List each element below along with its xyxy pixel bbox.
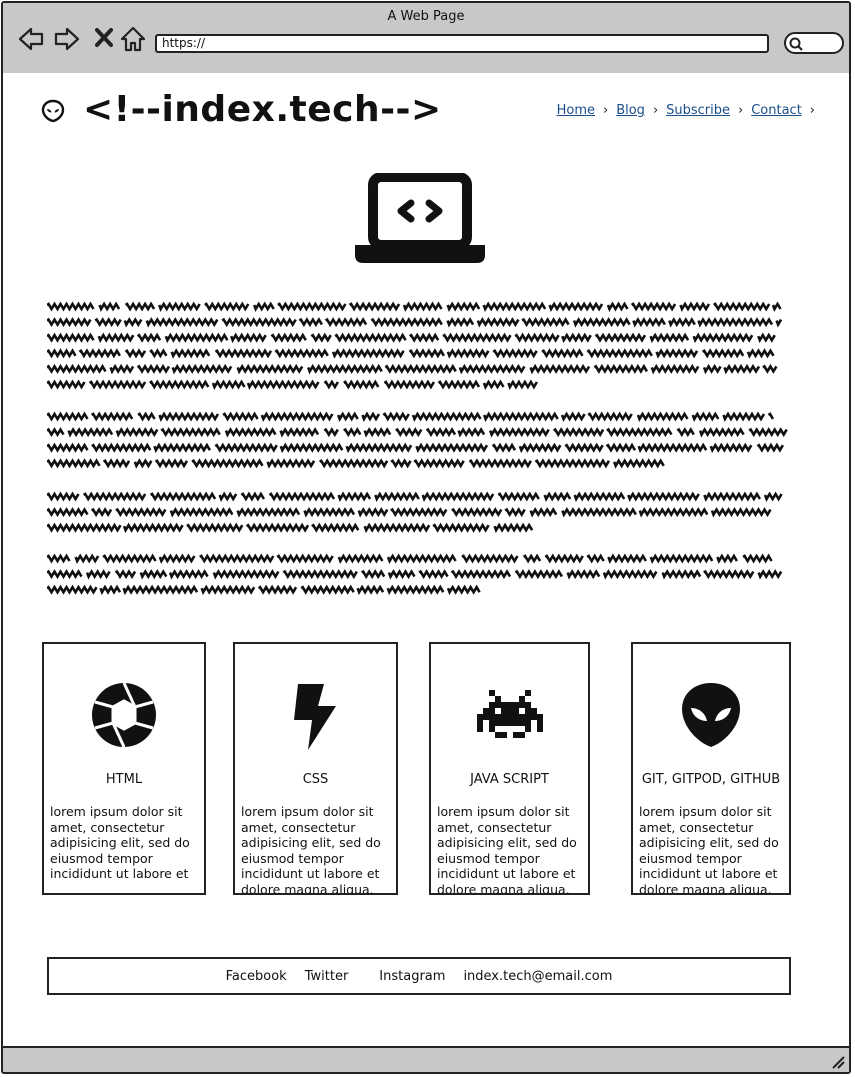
paragraph-placeholder — [47, 409, 792, 471]
card-title: CSS — [302, 772, 329, 787]
scribble-line — [47, 507, 772, 518]
url-input[interactable]: https:// — [155, 34, 769, 53]
browser-search-button[interactable] — [784, 32, 844, 54]
card-html: HTML lorem ipsum dolor sit amet, consect… — [42, 642, 206, 895]
footer-email[interactable]: index.tech@email.com — [463, 969, 612, 984]
space-invader-icon — [476, 690, 543, 738]
laptop-code-icon — [355, 173, 485, 263]
scribble-line — [47, 411, 775, 422]
forward-icon[interactable] — [53, 25, 81, 53]
site-title: <!--index.tech--> — [83, 89, 442, 130]
card-text: lorem ipsum dolor sit amet, consectetur … — [241, 804, 381, 895]
card-javascript: JAVA SCRIPT lorem ipsum dolor sit amet, … — [429, 642, 590, 895]
chevron-right-icon: › — [738, 103, 744, 118]
chevron-right-icon: › — [652, 103, 659, 118]
paragraph-placeholder — [47, 489, 792, 535]
scribble-line — [47, 553, 773, 564]
back-icon[interactable] — [17, 25, 45, 53]
nav-link-subscribe[interactable]: Subscribe — [666, 103, 730, 118]
scribble-line — [47, 458, 665, 469]
alien-icon — [682, 683, 740, 747]
card-text: lorem ipsum dolor sit amet, consectetur … — [50, 804, 190, 882]
lightning-icon — [293, 684, 336, 750]
browser-statusbar — [3, 1046, 849, 1072]
card-title: JAVA SCRIPT — [470, 772, 549, 787]
top-navigation: Home › Blog › Subscribe › Contact › — [557, 103, 819, 118]
aperture-icon — [92, 682, 156, 748]
card-text: lorem ipsum dolor sit amet, consectetur … — [437, 804, 577, 895]
scribble-line — [47, 332, 776, 344]
scribble-line — [47, 379, 539, 390]
scribble-line — [47, 427, 788, 438]
footer-link-instagram[interactable]: Instagram — [379, 969, 445, 984]
browser-window: A Web Page https:// <!--index.tech--> Ho… — [1, 1, 851, 1074]
scribble-line — [47, 301, 782, 312]
footer-link-twitter[interactable]: Twitter — [305, 969, 349, 984]
paragraph-placeholder — [47, 299, 792, 391]
window-title: A Web Page — [387, 9, 465, 24]
nav-link-home[interactable]: Home — [557, 103, 595, 118]
alien-icon — [41, 99, 65, 123]
stop-icon[interactable] — [91, 25, 119, 53]
search-icon — [789, 37, 803, 51]
scribble-line — [47, 348, 775, 359]
browser-titlebar: A Web Page https:// — [3, 3, 849, 75]
card-text: lorem ipsum dolor sit amet, consectetur … — [639, 804, 779, 895]
card-title: GIT, GITPOD, GITHUB — [641, 772, 781, 787]
chevron-right-icon: › — [602, 103, 609, 118]
card-git: GIT, GITPOD, GITHUB lorem ipsum dolor si… — [631, 642, 791, 895]
scribble-line — [47, 317, 783, 328]
footer: Facebook Twitter Instagram index.tech@em… — [47, 957, 791, 995]
scribble-line — [47, 522, 534, 534]
nav-link-contact[interactable]: Contact — [751, 103, 802, 118]
nav-link-blog[interactable]: Blog — [616, 103, 645, 118]
scribble-line — [47, 491, 783, 502]
scribble-line — [47, 363, 778, 375]
resize-grip-icon[interactable] — [829, 1053, 845, 1069]
paragraph-placeholder — [47, 551, 792, 597]
card-css: CSS lorem ipsum dolor sit amet, consecte… — [233, 642, 398, 895]
chevron-right-icon: › — [809, 103, 815, 118]
scribble-line — [47, 442, 785, 454]
footer-link-facebook[interactable]: Facebook — [226, 969, 287, 984]
scribble-line — [47, 569, 783, 580]
scribble-line — [47, 584, 481, 596]
home-icon[interactable] — [119, 25, 147, 53]
card-title: HTML — [105, 772, 143, 787]
